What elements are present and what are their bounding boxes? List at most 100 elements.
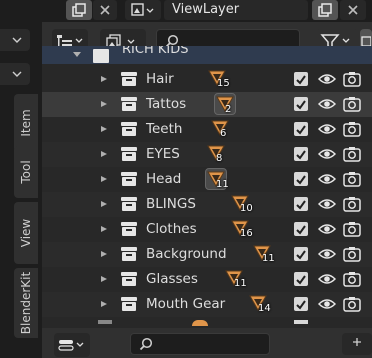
- chevron-down-icon: [12, 71, 22, 77]
- camera-icon[interactable]: [343, 121, 361, 137]
- camera-icon[interactable]: [343, 96, 361, 112]
- mode-dropdown[interactable]: [0, 63, 30, 85]
- exclude-checkbox[interactable]: [294, 97, 308, 111]
- exclude-checkbox[interactable]: [294, 222, 308, 236]
- object-count: 15: [217, 78, 230, 89]
- object-count-badge[interactable]: 11: [252, 243, 275, 265]
- expand-arrow-icon[interactable]: [101, 101, 107, 107]
- expand-arrow-icon[interactable]: [101, 151, 107, 157]
- eye-icon[interactable]: [318, 147, 336, 161]
- collection-row[interactable]: Glasses 11: [42, 267, 372, 292]
- eye-icon[interactable]: [318, 272, 336, 286]
- exclude-checkbox[interactable]: [294, 247, 308, 261]
- properties-search-input[interactable]: [130, 333, 270, 355]
- partial-orange-icon: [192, 320, 208, 326]
- properties-editor-dropdown[interactable]: [54, 333, 90, 357]
- exclude-checkbox[interactable]: [294, 147, 308, 161]
- parent-collection-label: RICH KIDS: [122, 46, 189, 57]
- tab-blenderkit[interactable]: BlenderKit: [14, 268, 38, 338]
- eye-icon[interactable]: [318, 172, 336, 186]
- pin-button[interactable]: [342, 333, 372, 355]
- camera-icon[interactable]: [343, 221, 361, 237]
- collection-name: EYES: [146, 146, 180, 162]
- exclude-checkbox[interactable]: [294, 297, 308, 311]
- object-count: 10: [240, 203, 253, 214]
- collection-row[interactable]: Head 11: [42, 167, 372, 192]
- expand-arrow-icon[interactable]: [101, 76, 107, 82]
- camera-icon[interactable]: [343, 171, 361, 187]
- exclude-checkbox[interactable]: [294, 122, 308, 136]
- delete-scene-button[interactable]: [93, 0, 117, 20]
- view-layer-browse-button[interactable]: [125, 0, 161, 20]
- object-count-badge[interactable]: 14: [248, 293, 271, 315]
- eye-icon[interactable]: [318, 122, 336, 136]
- checkmark-icon: [296, 150, 306, 160]
- expand-arrow-icon[interactable]: [101, 251, 107, 257]
- exclude-checkbox[interactable]: [294, 197, 308, 211]
- collection-row[interactable]: Mouth Gear 14: [42, 292, 372, 317]
- camera-icon[interactable]: [343, 71, 361, 87]
- collection-row[interactable]: Clothes 16: [42, 217, 372, 242]
- collection-icon: [121, 172, 137, 186]
- tab-view[interactable]: View: [14, 202, 38, 264]
- expand-arrow-icon[interactable]: [101, 301, 107, 307]
- collection-row[interactable]: EYES 8: [42, 142, 372, 167]
- object-count-badge[interactable]: 8: [206, 143, 228, 165]
- collection-row[interactable]: BLINGS 10: [42, 192, 372, 217]
- eye-icon[interactable]: [318, 97, 336, 111]
- delete-view-layer-button[interactable]: [340, 0, 366, 20]
- eye-icon[interactable]: [318, 197, 336, 211]
- tab-item[interactable]: Item: [14, 94, 38, 152]
- object-count-badge[interactable]: 11: [224, 268, 247, 290]
- exclude-checkbox[interactable]: [294, 72, 308, 86]
- chevron-down-icon: [12, 37, 22, 43]
- collection-icon: [121, 147, 137, 161]
- expand-arrow-icon[interactable]: [101, 176, 107, 182]
- exclude-checkbox[interactable]: [294, 272, 308, 286]
- outliner-panel: RICH KIDS Hair 15 Tattos 2 Teeth 6 EYES 8 Head 11…: [42, 22, 372, 358]
- camera-icon[interactable]: [343, 196, 361, 212]
- collection-name: Hair: [146, 71, 174, 87]
- object-count-badge[interactable]: 16: [230, 218, 253, 240]
- eye-icon[interactable]: [318, 297, 336, 311]
- new-view-layer-button[interactable]: [312, 0, 338, 20]
- collection-row[interactable]: Tattos 2: [42, 92, 372, 117]
- properties-icon: [58, 340, 84, 351]
- exclude-checkbox[interactable]: [294, 172, 308, 186]
- collection-name: Teeth: [146, 121, 183, 137]
- search-icon: [139, 337, 153, 351]
- collection-icon: [121, 97, 137, 111]
- header-dropdown[interactable]: [0, 29, 30, 51]
- expand-arrow-icon[interactable]: [101, 126, 107, 132]
- tab-item-label: Item: [19, 109, 33, 137]
- camera-icon[interactable]: [343, 271, 361, 287]
- eye-icon[interactable]: [318, 72, 336, 86]
- object-count-badge[interactable]: 6: [210, 118, 232, 140]
- eye-icon[interactable]: [318, 247, 336, 261]
- camera-icon[interactable]: [343, 246, 361, 262]
- checkmark-icon: [296, 125, 306, 135]
- object-count-badge[interactable]: 15: [207, 68, 230, 90]
- collection-row[interactable]: Teeth 6: [42, 117, 372, 142]
- expand-arrow-icon[interactable]: [101, 201, 107, 207]
- view-layer-name-field[interactable]: ViewLayer: [164, 0, 308, 20]
- partial-row: [42, 320, 372, 328]
- parent-collection-row[interactable]: RICH KIDS: [42, 46, 372, 64]
- collection-name: Glasses: [146, 271, 198, 287]
- object-count-badge[interactable]: 10: [230, 193, 253, 215]
- tab-blenderkit-label: BlenderKit: [19, 271, 33, 335]
- object-count-badge[interactable]: 2: [214, 93, 236, 115]
- object-count-badge[interactable]: 11: [205, 168, 229, 190]
- collection-icon: [93, 49, 109, 63]
- camera-icon[interactable]: [343, 296, 361, 312]
- collection-row[interactable]: Background 11: [42, 242, 372, 267]
- collection-row[interactable]: Hair 15: [42, 67, 372, 92]
- tab-view-label: View: [19, 218, 33, 248]
- eye-icon[interactable]: [318, 222, 336, 236]
- camera-icon[interactable]: [343, 146, 361, 162]
- tab-tool[interactable]: Tool: [14, 146, 38, 198]
- expand-arrow-icon[interactable]: [101, 226, 107, 232]
- expand-arrow-icon[interactable]: [101, 276, 107, 282]
- object-count: 14: [258, 303, 271, 314]
- new-scene-button[interactable]: [66, 0, 92, 20]
